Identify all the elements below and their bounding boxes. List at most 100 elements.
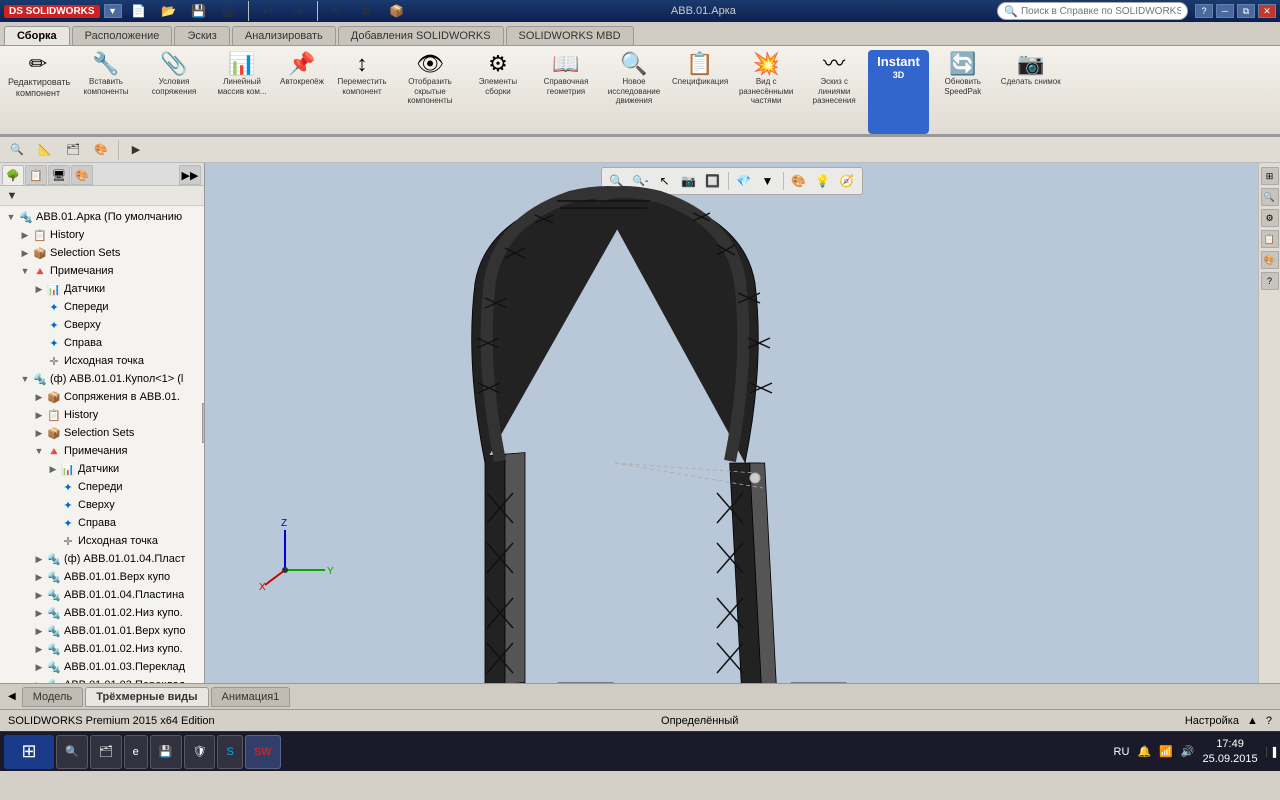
rp-btn4[interactable]: 📋 xyxy=(1261,230,1279,248)
taskbar-save[interactable]: 💾 xyxy=(150,735,182,769)
status-help[interactable]: ? xyxy=(1266,715,1272,727)
ribbon-btn-motion[interactable]: 🔍 Новое исследование движения xyxy=(600,50,668,134)
right2-expander[interactable] xyxy=(46,516,60,530)
extra-btn[interactable]: 📦 xyxy=(384,0,410,24)
tree-origin2[interactable]: ✛ Исходная точка xyxy=(0,532,204,550)
search-box[interactable]: 🔍 xyxy=(997,2,1188,20)
ribbon-btn-insert[interactable]: 🔧 Вставить компоненты xyxy=(72,50,140,134)
feature-tree[interactable]: ▼ 🔩 АВВ.01.Арка (По умолчанию ▶ 📋 Histor… xyxy=(0,206,204,683)
tree-history2[interactable]: ▶ 📋 History xyxy=(0,406,204,424)
tree-verh2[interactable]: ▶ 🔩 АВВ.01.01.01.Верх купо xyxy=(0,622,204,640)
view-toggle-btn[interactable]: 📐 xyxy=(32,137,58,163)
tree-right2[interactable]: ✦ Справа xyxy=(0,514,204,532)
taskbar-volume-icon[interactable]: 🔊 xyxy=(1181,745,1195,758)
view-filter-btn[interactable]: 🔍 xyxy=(4,137,30,163)
tree-notes2[interactable]: ▼ 🔺 Примечания xyxy=(0,442,204,460)
ribbon-btn-explode[interactable]: 💥 Вид с разнесёнными частями xyxy=(732,50,800,134)
niz1-expander[interactable]: ▶ xyxy=(32,606,46,620)
open-btn[interactable]: 📂 xyxy=(156,0,182,24)
verh2-expander[interactable]: ▶ xyxy=(32,624,46,638)
tree-origin1[interactable]: ✛ Исходная точка xyxy=(0,352,204,370)
ribbon-btn-move[interactable]: ↕ Переместить компонент xyxy=(328,50,396,134)
print-btn[interactable]: 🖨 xyxy=(216,0,242,24)
clock[interactable]: 17:49 25.09.2015 xyxy=(1203,737,1258,766)
datchiki1-expander[interactable]: ▶ xyxy=(32,282,46,296)
help-btn[interactable]: ? xyxy=(1195,4,1213,18)
scroll-left-btn[interactable]: ◀ xyxy=(4,691,20,702)
save-btn[interactable]: 💾 xyxy=(186,0,212,24)
tab-dob[interactable]: Добавления SOLIDWORKS xyxy=(338,26,504,45)
rp-btn3[interactable]: ⚙ xyxy=(1261,209,1279,227)
taskbar-notify-icon[interactable]: 🔔 xyxy=(1137,745,1151,758)
taskbar-show-desktop[interactable]: ▐ xyxy=(1266,747,1276,757)
ribbon-btn-bom[interactable]: 📋 Спецификация xyxy=(668,50,732,134)
taskbar-ie[interactable]: e xyxy=(124,735,148,769)
ribbon-btn-pattern[interactable]: 📊 Линейный массив ком... xyxy=(208,50,276,134)
kupol-expander[interactable]: ▼ xyxy=(18,372,32,386)
tab-model[interactable]: Модель xyxy=(22,687,83,707)
sidebar-expand-btn[interactable]: ▶▶ xyxy=(179,165,201,185)
top1-expander[interactable] xyxy=(32,318,46,332)
close-btn[interactable]: ✕ xyxy=(1258,4,1276,18)
front1-expander[interactable] xyxy=(32,300,46,314)
tree-notes1[interactable]: ▼ 🔺 Примечания xyxy=(0,262,204,280)
tree-niz1[interactable]: ▶ 🔩 АВВ.01.01.02.Низ купо. xyxy=(0,604,204,622)
status-arrow[interactable]: ▲ xyxy=(1247,715,1258,727)
tree-niz2[interactable]: ▶ 🔩 АВВ.01.01.02.Низ купо. xyxy=(0,640,204,658)
tree-perekl1[interactable]: ▶ 🔩 АВВ.01.01.03.Переклад xyxy=(0,658,204,676)
taskbar-search[interactable]: 🔍 xyxy=(56,735,88,769)
plast2-expander[interactable]: ▶ xyxy=(32,588,46,602)
tree-plast2[interactable]: ▶ 🔩 АВВ.01.01.04.Пластина xyxy=(0,586,204,604)
search-input[interactable] xyxy=(1021,6,1181,17)
tree-top1[interactable]: ✦ Сверху xyxy=(0,316,204,334)
verh1-expander[interactable]: ▶ xyxy=(32,570,46,584)
perekl1-expander[interactable]: ▶ xyxy=(32,660,46,674)
options-btn[interactable]: ⚙ xyxy=(354,0,380,24)
niz2-expander[interactable]: ▶ xyxy=(32,642,46,656)
root-expander[interactable]: ▼ xyxy=(4,210,18,224)
right1-expander[interactable] xyxy=(32,336,46,350)
taskbar-antivirus[interactable]: 🛡 xyxy=(184,735,216,769)
title-menu-btn[interactable]: ▼ xyxy=(104,4,122,18)
tree-selsets1[interactable]: ▶ 📦 Selection Sets xyxy=(0,244,204,262)
history1-expander[interactable]: ▶ xyxy=(18,228,32,242)
sidebar-tab-display[interactable]: 🖥 xyxy=(48,165,70,185)
sidebar-tab-props[interactable]: 📋 xyxy=(25,165,47,185)
tree-sops[interactable]: ▶ 📦 Сопряжения в АВВ.01. xyxy=(0,388,204,406)
tab-mbd[interactable]: SOLIDWORKS MBD xyxy=(506,26,634,45)
front2-expander[interactable] xyxy=(46,480,60,494)
notes2-expander[interactable]: ▼ xyxy=(32,444,46,458)
view-color-btn[interactable]: 🎨 xyxy=(88,137,114,163)
taskbar-network-icon[interactable]: 📶 xyxy=(1159,745,1173,758)
ribbon-btn-instant3d[interactable]: Instant 3D xyxy=(868,50,929,134)
minimize-btn[interactable]: ─ xyxy=(1216,4,1234,18)
tree-front1[interactable]: ✦ Спереди xyxy=(0,298,204,316)
selsets1-expander[interactable]: ▶ xyxy=(18,246,32,260)
tree-perekl2[interactable]: ▶ 🔩 АВВ.01.01.03.Переклад xyxy=(0,676,204,683)
origin1-expander[interactable] xyxy=(32,354,46,368)
redo-btn[interactable]: ↪ xyxy=(285,0,311,24)
datchiki2-expander[interactable]: ▶ xyxy=(46,462,60,476)
sops-expander[interactable]: ▶ xyxy=(32,390,46,404)
rp-btn5[interactable]: 🎨 xyxy=(1261,251,1279,269)
tree-root[interactable]: ▼ 🔩 АВВ.01.Арка (По умолчанию xyxy=(0,208,204,226)
notes1-expander[interactable]: ▼ xyxy=(18,264,32,278)
undo-btn[interactable]: ↩ xyxy=(255,0,281,24)
tab-sborka[interactable]: Сборка xyxy=(4,26,70,45)
ribbon-btn-auto[interactable]: 📌 Автокрепёж xyxy=(276,50,328,134)
history2-expander[interactable]: ▶ xyxy=(32,408,46,422)
filter-icon[interactable]: ▼ xyxy=(4,188,20,204)
start-button[interactable]: ⊞ xyxy=(4,735,54,769)
rp-btn2[interactable]: 🔍 xyxy=(1261,188,1279,206)
view-display-btn[interactable]: 🗂 xyxy=(60,137,86,163)
taskbar-skype[interactable]: S xyxy=(217,735,242,769)
top2-expander[interactable] xyxy=(46,498,60,512)
stb-extra[interactable]: ▶ xyxy=(123,137,149,163)
tree-front2[interactable]: ✦ Спереди xyxy=(0,478,204,496)
perekl2-expander[interactable]: ▶ xyxy=(32,678,46,683)
tab-analiz[interactable]: Анализировать xyxy=(232,26,336,45)
viewport[interactable]: 🔍 🔍- ↖ 📷 🔲 💎 ▼ 🎨 💡 🧭 .arch-stroke { stro… xyxy=(205,163,1258,683)
ribbon-btn-speedpak[interactable]: 🔄 Обновить SpeedPak xyxy=(929,50,997,134)
tree-history1[interactable]: ▶ 📋 History xyxy=(0,226,204,244)
ribbon-btn-edit[interactable]: ✏ Редактировать компонент xyxy=(4,50,72,134)
